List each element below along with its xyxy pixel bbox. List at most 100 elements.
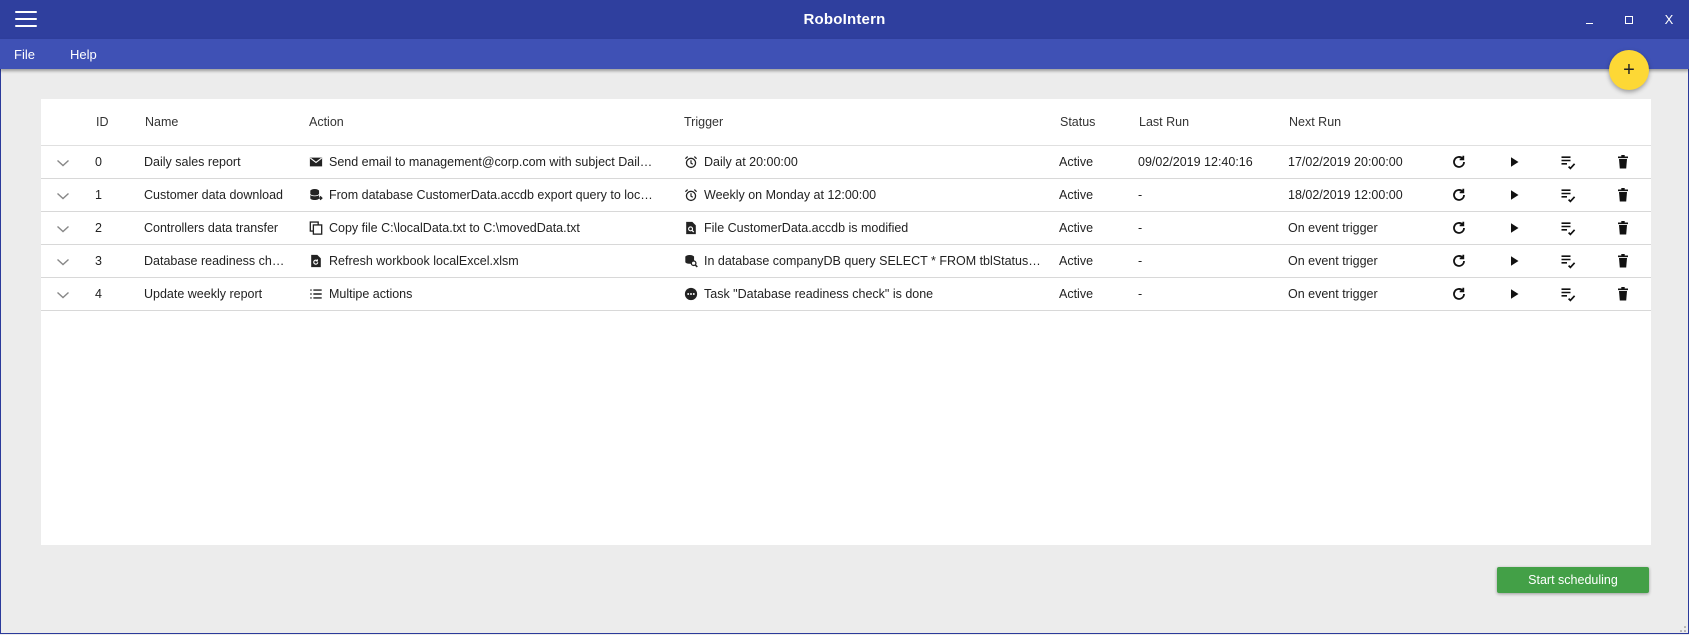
refresh-icon: [1451, 286, 1467, 302]
alarm-icon-svg: [684, 189, 698, 202]
cell-name: Update weekly report: [144, 287, 263, 301]
trash-icon-svg: [1618, 155, 1628, 169]
cell-last-run: -: [1138, 221, 1143, 235]
table-row: 0 Daily sales report Send email to managem…: [41, 146, 1651, 179]
delete-button[interactable]: [1615, 154, 1631, 170]
play-icon: [1506, 253, 1522, 269]
cell-action: Refresh workbook localExcel.xlsm: [309, 245, 659, 277]
database-export-icon: [309, 188, 323, 202]
header-name[interactable]: Name: [145, 99, 290, 145]
cell-name: Database readiness ch…: [144, 254, 285, 268]
edit-list-icon-svg: [1561, 156, 1576, 170]
expand-row-button[interactable]: [55, 179, 75, 211]
expand-row-button[interactable]: [55, 146, 75, 178]
cell-last-run: -: [1138, 287, 1143, 301]
edit-button[interactable]: [1560, 187, 1576, 203]
cell-id: 0: [95, 155, 102, 169]
edit-button[interactable]: [1560, 253, 1576, 269]
hamburger-menu-icon[interactable]: [15, 11, 37, 29]
menu-help[interactable]: Help: [48, 47, 110, 62]
refresh-icon: [1451, 187, 1467, 203]
cell-action: From database CustomerData.accdb export …: [309, 179, 659, 211]
action-text: Send email to management@corp.com with s…: [329, 155, 653, 169]
cell-trigger: Daily at 20:00:00: [684, 146, 1044, 178]
add-task-button[interactable]: +: [1609, 50, 1649, 90]
expand-row-button[interactable]: [55, 278, 75, 310]
cell-trigger: File CustomerData.accdb is modified: [684, 212, 1044, 244]
refresh-button[interactable]: [1451, 286, 1467, 302]
refresh-button[interactable]: [1451, 253, 1467, 269]
file-refresh-icon-svg: [311, 254, 321, 268]
header-next-run[interactable]: Next Run: [1289, 99, 1429, 145]
run-button[interactable]: [1506, 220, 1522, 236]
delete-button[interactable]: [1615, 253, 1631, 269]
edit-list-icon-svg: [1561, 189, 1576, 203]
header-trigger[interactable]: Trigger: [684, 99, 1044, 145]
file-search-icon-svg: [686, 221, 696, 235]
refresh-button[interactable]: [1451, 220, 1467, 236]
cell-name: Customer data download: [144, 188, 283, 202]
task-grid: ID Name Action Trigger Status Last Run N…: [41, 99, 1651, 545]
refresh-icon-svg: [1453, 188, 1465, 201]
action-text: From database CustomerData.accdb export …: [329, 188, 659, 202]
cell-name: Daily sales report: [144, 155, 241, 169]
grid-body: 0 Daily sales report Send email to managem…: [41, 146, 1651, 311]
run-button[interactable]: [1506, 253, 1522, 269]
chevron-down-icon: [55, 250, 71, 266]
cell-id: 2: [95, 221, 102, 235]
delete-button[interactable]: [1615, 286, 1631, 302]
resize-grip-icon[interactable]: [1679, 625, 1687, 633]
window-controls: X: [1569, 0, 1689, 39]
chevron-svg: [57, 258, 69, 266]
cell-last-run: 09/02/2019 12:40:16: [1138, 155, 1253, 169]
cell-next-run: On event trigger: [1288, 254, 1378, 268]
expand-row-button[interactable]: [55, 212, 75, 244]
edit-button[interactable]: [1560, 286, 1576, 302]
header-status[interactable]: Status: [1060, 99, 1130, 145]
maximize-button[interactable]: [1609, 0, 1649, 39]
trash-icon-svg: [1618, 254, 1628, 268]
delete-button[interactable]: [1615, 220, 1631, 236]
header-id[interactable]: ID: [96, 99, 126, 145]
minimize-button[interactable]: [1569, 0, 1609, 39]
chevron-svg: [57, 159, 69, 167]
cell-status: Active: [1059, 287, 1094, 301]
refresh-button[interactable]: [1451, 187, 1467, 203]
cell-action: Copy file C:\localData.txt to C:\movedDa…: [309, 212, 659, 244]
trash-icon: [1615, 154, 1631, 170]
start-scheduling-button[interactable]: Start scheduling: [1497, 567, 1649, 593]
database-search-icon-svg: [685, 255, 698, 268]
chevron-svg: [57, 192, 69, 200]
trigger-text: Task "Database readiness check" is done: [704, 287, 934, 301]
refresh-button[interactable]: [1451, 154, 1467, 170]
cell-last-run: -: [1138, 254, 1143, 268]
play-icon-svg: [1511, 289, 1519, 299]
edit-button[interactable]: [1560, 154, 1576, 170]
edit-list-icon: [1560, 187, 1576, 203]
list-icon: [309, 287, 323, 301]
delete-button[interactable]: [1615, 187, 1631, 203]
refresh-icon-svg: [1453, 155, 1465, 168]
email-icon-svg: [309, 157, 323, 167]
run-button[interactable]: [1506, 154, 1522, 170]
run-button[interactable]: [1506, 286, 1522, 302]
menu-file[interactable]: File: [0, 47, 48, 62]
edit-list-icon: [1560, 286, 1576, 302]
cell-id: 1: [95, 188, 102, 202]
run-button[interactable]: [1506, 187, 1522, 203]
email-icon: [309, 155, 323, 169]
edit-list-icon-svg: [1561, 255, 1576, 269]
list-icon-svg: [310, 289, 322, 299]
edit-button[interactable]: [1560, 220, 1576, 236]
expand-row-button[interactable]: [55, 245, 75, 277]
chevron-down-icon: [55, 151, 71, 167]
header-action[interactable]: Action: [309, 99, 659, 145]
cell-status: Active: [1059, 254, 1094, 268]
close-button[interactable]: X: [1649, 0, 1689, 39]
action-text: Copy file C:\localData.txt to C:\movedDa…: [329, 221, 580, 235]
refresh-icon-svg: [1453, 287, 1465, 300]
header-last-run[interactable]: Last Run: [1139, 99, 1279, 145]
trigger-text: Daily at 20:00:00: [704, 155, 798, 169]
copy-icon-svg: [309, 221, 323, 235]
action-text: Refresh workbook localExcel.xlsm: [329, 254, 519, 268]
